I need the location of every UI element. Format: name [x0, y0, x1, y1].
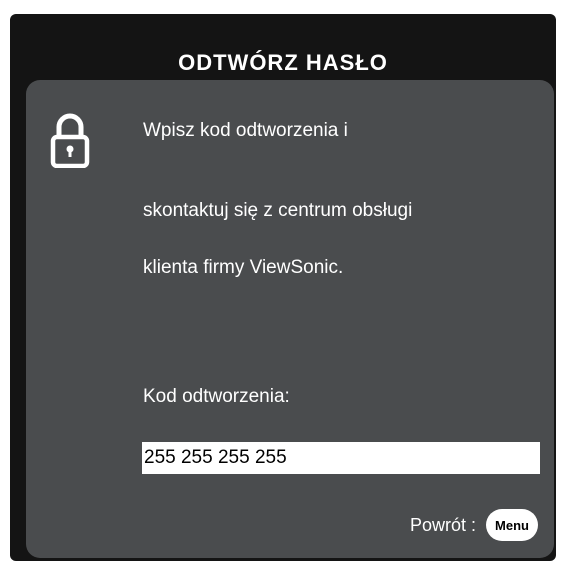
back-label: Powrót : [409, 514, 476, 535]
instruction-line-3: klienta firmy ViewSonic. [143, 257, 344, 278]
recovery-code-label: Kod odtworzenia: [143, 386, 290, 407]
recovery-code-field: 255 255 255 255 [142, 442, 540, 474]
lock-icon [50, 113, 90, 168]
back-hint: Powrót : Menu [410, 509, 538, 541]
instruction-line-2: skontaktuj się z centrum obsługi [143, 200, 413, 221]
dialog-title: ODTWÓRZ HASŁO [178, 50, 388, 75]
dialog-panel: Wpisz kod odtworzenia i skontaktuj się z… [26, 80, 554, 558]
menu-button[interactable]: Menu [486, 509, 538, 541]
recover-password-dialog: ODTWÓRZ HASŁO Wpisz kod odtworzenia i sk… [10, 14, 556, 561]
instruction-line-1: Wpisz kod odtworzenia i [143, 120, 348, 141]
